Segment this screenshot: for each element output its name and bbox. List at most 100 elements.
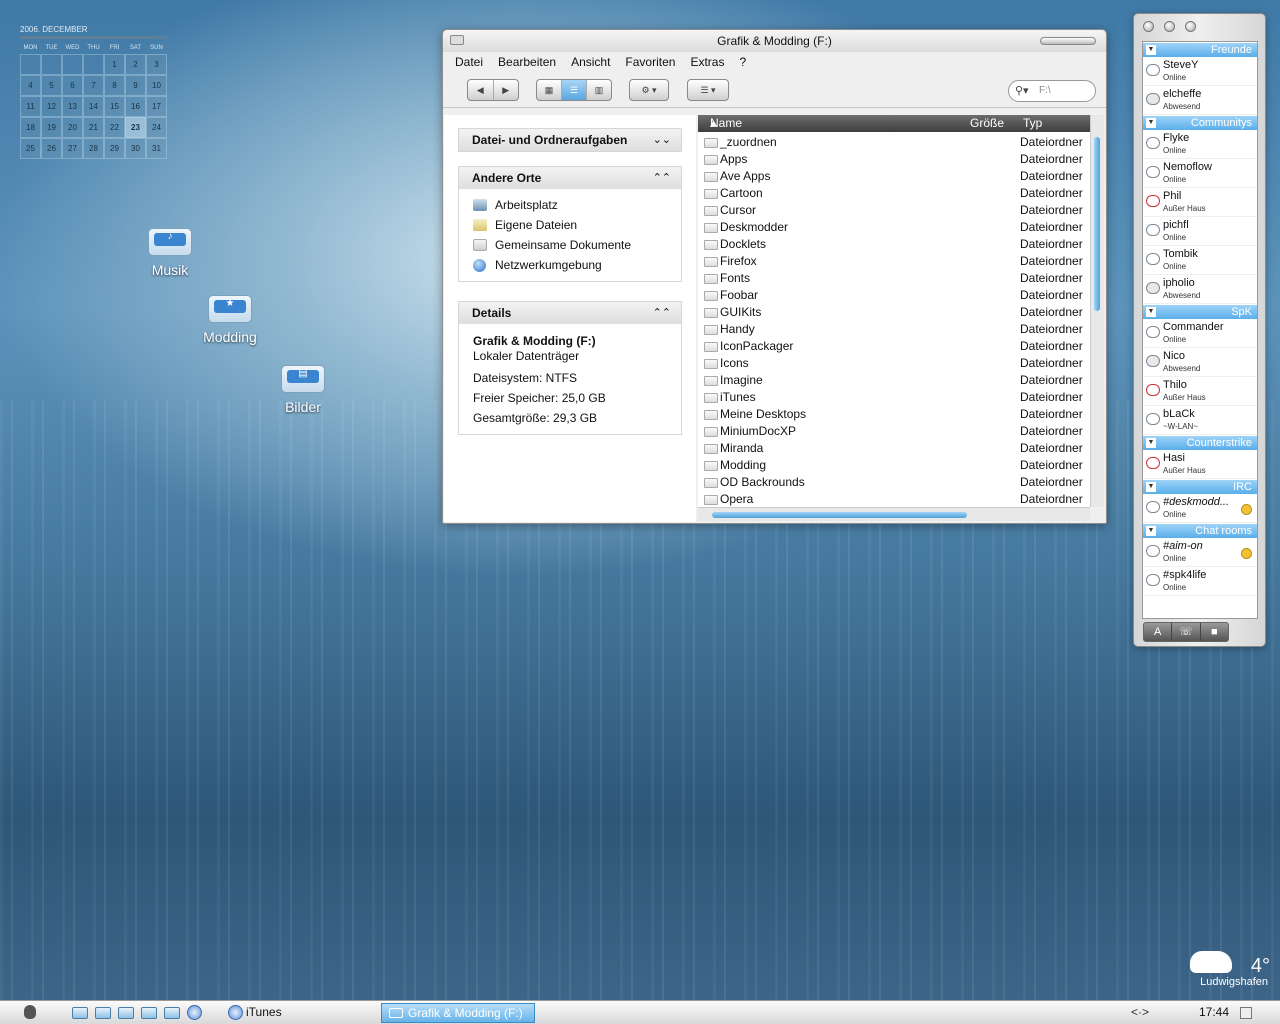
file-row[interactable]: Firefox Dateiordner — [698, 253, 1090, 270]
contact-item[interactable]: Nico Abwesend — [1143, 348, 1257, 377]
place-gemeinsame-dokumente[interactable]: Gemeinsame Dokumente — [459, 235, 681, 255]
window-titlebar[interactable]: Grafik & Modding (F:) — [443, 30, 1106, 52]
status-button[interactable]: A — [1144, 623, 1173, 641]
contact-item[interactable]: elcheffe Abwesend — [1143, 86, 1257, 115]
file-row[interactable]: OD Backrounds Dateiordner — [698, 474, 1090, 491]
contact-item[interactable]: Tombik Online — [1143, 246, 1257, 275]
column-size[interactable]: Größe — [970, 115, 1004, 132]
contact-item[interactable]: ipholio Abwesend — [1143, 275, 1257, 304]
group-toggle-icon[interactable]: ▼ — [1146, 307, 1156, 317]
group-toggle-icon[interactable]: ▼ — [1146, 438, 1156, 448]
scroll-thumb[interactable] — [712, 512, 967, 518]
places-header[interactable]: Andere Orte ⌃⌃ — [459, 167, 681, 189]
column-view-icon[interactable]: ▥ — [587, 80, 611, 100]
arrange-button[interactable]: ☰ ▾ — [687, 79, 729, 101]
contact-item[interactable]: bLaCk ~W-LAN~ — [1143, 406, 1257, 435]
close-icon[interactable] — [1143, 21, 1154, 32]
tasks-header[interactable]: Datei- und Ordneraufgaben ⌄⌄ — [459, 129, 681, 151]
taskbar-item-explorer[interactable]: Grafik & Modding (F:) — [381, 1003, 535, 1023]
desktop-icon-modding[interactable]: ★ Modding — [190, 295, 270, 345]
file-row[interactable]: Deskmodder Dateiordner — [698, 219, 1090, 236]
contact-item[interactable]: #aim-on Online — [1143, 538, 1257, 567]
video-icon[interactable]: ■ — [1201, 623, 1228, 641]
contact-group[interactable]: ▼ IRC — [1143, 480, 1257, 494]
file-row[interactable]: Meine Desktops Dateiordner — [698, 406, 1090, 423]
search-field[interactable]: ⚲▾ F:\ — [1008, 80, 1096, 102]
contact-item[interactable]: SteveY Online — [1143, 57, 1257, 86]
back-icon[interactable]: ◀ — [468, 80, 494, 100]
quicklaunch-drive-icon[interactable] — [118, 1007, 134, 1019]
menu-favoriten[interactable]: Favoriten — [625, 55, 675, 69]
scroll-thumb[interactable] — [1094, 137, 1100, 311]
contact-group[interactable]: ▼ Communitys — [1143, 116, 1257, 130]
file-row[interactable]: Apps Dateiordner — [698, 151, 1090, 168]
file-row[interactable]: Modding Dateiordner — [698, 457, 1090, 474]
group-toggle-icon[interactable]: ▼ — [1146, 45, 1156, 55]
contact-item[interactable]: Thilo Außer Haus — [1143, 377, 1257, 406]
contact-item[interactable]: Flyke Online — [1143, 130, 1257, 159]
file-row[interactable]: Cartoon Dateiordner — [698, 185, 1090, 202]
forward-icon[interactable]: ▶ — [494, 80, 519, 100]
list-view-icon[interactable]: ☰ — [562, 80, 587, 100]
quicklaunch-drive-icon[interactable] — [141, 1007, 157, 1019]
menu-ansicht[interactable]: Ansicht — [571, 55, 610, 69]
zoom-icon[interactable] — [1185, 21, 1196, 32]
file-row[interactable]: Icons Dateiordner — [698, 355, 1090, 372]
group-toggle-icon[interactable]: ▼ — [1146, 526, 1156, 536]
place-eigene-dateien[interactable]: Eigene Dateien — [459, 215, 681, 235]
contact-item[interactable]: Hasi Außer Haus — [1143, 450, 1257, 479]
contact-item[interactable]: pichfl Online — [1143, 217, 1257, 246]
file-row[interactable]: GUIKits Dateiordner — [698, 304, 1090, 321]
menu-bearbeiten[interactable]: Bearbeiten — [498, 55, 556, 69]
details-header[interactable]: Details ⌃⌃ — [459, 302, 681, 324]
file-row[interactable]: Fonts Dateiordner — [698, 270, 1090, 287]
file-row[interactable]: _zuordnen Dateiordner — [698, 134, 1090, 151]
icon-view-icon[interactable]: ▦ — [537, 80, 562, 100]
column-name[interactable]: Name ▴ — [710, 115, 742, 132]
file-row[interactable]: iTunes Dateiordner — [698, 389, 1090, 406]
contact-group[interactable]: ▼ Chat rooms — [1143, 524, 1257, 538]
group-toggle-icon[interactable]: ▼ — [1146, 118, 1156, 128]
contact-group[interactable]: ▼ Counterstrike — [1143, 436, 1257, 450]
minimize-icon[interactable] — [1164, 21, 1175, 32]
column-type[interactable]: Typ — [1023, 115, 1042, 132]
clock[interactable]: 17:44 — [1199, 1005, 1229, 1019]
file-row[interactable]: Ave Apps Dateiordner — [698, 168, 1090, 185]
taskbar-item-itunes[interactable]: iTunes — [246, 1005, 282, 1019]
contact-item[interactable]: #spk4life Online — [1143, 567, 1257, 596]
file-row[interactable]: Opera Dateiordner — [698, 491, 1090, 507]
contact-item[interactable]: Commander Online — [1143, 319, 1257, 348]
desktop-icon-bilder[interactable]: ▤ Bilder — [263, 365, 343, 415]
apple-icon[interactable] — [24, 1005, 36, 1019]
place-netzwerkumgebung[interactable]: Netzwerkumgebung — [459, 255, 681, 275]
quicklaunch-drive-icon[interactable] — [72, 1007, 88, 1019]
group-toggle-icon[interactable]: ▼ — [1146, 482, 1156, 492]
quicklaunch-drive-icon[interactable] — [95, 1007, 111, 1019]
window-controls[interactable] — [1040, 37, 1096, 45]
search-input[interactable]: F:\ — [1039, 85, 1051, 96]
contact-item[interactable]: #deskmodd... Online — [1143, 494, 1257, 523]
contact-group[interactable]: ▼ SpK — [1143, 305, 1257, 319]
horizontal-scrollbar[interactable] — [698, 507, 1090, 521]
menu-extras[interactable]: Extras — [690, 55, 724, 69]
file-row[interactable]: MiniumDocXP Dateiordner — [698, 423, 1090, 440]
contact-item[interactable]: Phil Außer Haus — [1143, 188, 1257, 217]
action-button[interactable]: ⚙ ▾ — [629, 79, 669, 101]
contact-item[interactable]: Nemoflow Online — [1143, 159, 1257, 188]
tray-network-icon[interactable]: <·> — [1131, 1005, 1149, 1019]
menu-help[interactable]: ? — [739, 55, 746, 69]
quicklaunch-itunes-icon[interactable] — [187, 1005, 202, 1020]
file-row[interactable]: Docklets Dateiordner — [698, 236, 1090, 253]
contact-group[interactable]: ▼ Freunde — [1143, 43, 1257, 57]
vertical-scrollbar[interactable] — [1090, 115, 1104, 507]
desktop-icon-musik[interactable]: ♪ Musik — [130, 228, 210, 278]
buddy-titlebar[interactable] — [1134, 14, 1265, 40]
place-arbeitsplatz[interactable]: Arbeitsplatz — [459, 195, 681, 215]
file-row[interactable]: Foobar Dateiordner — [698, 287, 1090, 304]
menu-datei[interactable]: Datei — [455, 55, 483, 69]
file-row[interactable]: Handy Dateiordner — [698, 321, 1090, 338]
phone-icon[interactable]: ☏ — [1172, 623, 1201, 641]
file-row[interactable]: IconPackager Dateiordner — [698, 338, 1090, 355]
file-row[interactable]: Miranda Dateiordner — [698, 440, 1090, 457]
file-row[interactable]: Cursor Dateiordner — [698, 202, 1090, 219]
